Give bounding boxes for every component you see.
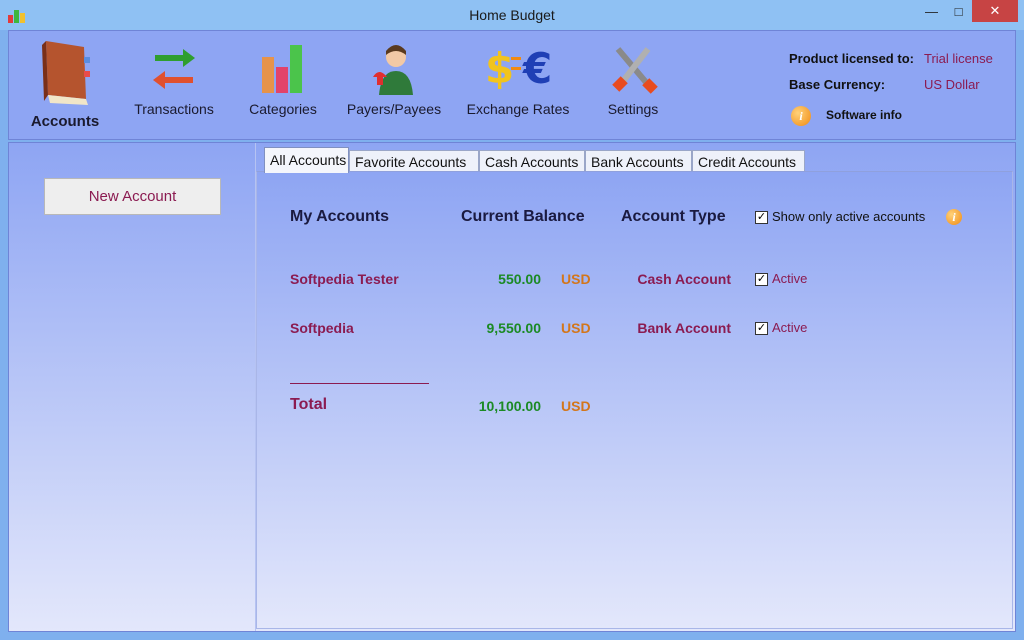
main-toolbar: Accounts Transactions Categories Payers/… [8, 30, 1016, 140]
account-currency: USD [561, 271, 591, 287]
license-label: Product licensed to: [789, 51, 914, 66]
toolbar-categories-label: Categories [249, 101, 317, 117]
transactions-arrows-icon [153, 49, 195, 89]
account-type: Cash Account [637, 271, 731, 287]
total-label: Total [290, 396, 328, 413]
show-active-checkbox[interactable]: ✓ [755, 211, 768, 224]
payers-person-icon [373, 45, 413, 95]
toolbar-accounts-label: Accounts [30, 113, 100, 130]
account-type: Bank Account [637, 320, 731, 336]
active-label: Active [772, 271, 808, 286]
window-title: Home Budget [469, 7, 555, 23]
account-name: Softpedia Tester [290, 271, 399, 287]
toolbar-transactions[interactable]: Transactions [129, 37, 219, 117]
total-balance: 10,100.00 [478, 398, 541, 414]
show-active-label: Show only active accounts [772, 209, 926, 224]
toolbar-settings[interactable]: Settings [597, 37, 669, 117]
tab-credit-accounts[interactable]: Credit Accounts [692, 150, 805, 172]
total-currency: USD [561, 398, 591, 414]
account-balance: 550.00 [498, 271, 541, 287]
exchange-currency-icon: $ € [485, 44, 552, 93]
base-currency-value: US Dollar [924, 77, 980, 92]
minimize-button[interactable]: — [918, 0, 945, 22]
svg-text:€: € [522, 44, 552, 93]
tab-bank-accounts[interactable]: Bank Accounts [585, 150, 692, 172]
tab-favorite-accounts[interactable]: Favorite Accounts [349, 150, 479, 172]
header-my-accounts: My Accounts [290, 208, 389, 225]
content-area: New Account All Accounts Favorite Accoun… [8, 142, 1016, 632]
toolbar-accounts[interactable]: Accounts [25, 37, 105, 130]
account-name: Softpedia [290, 320, 354, 336]
toolbar-categories[interactable]: Categories [241, 37, 325, 117]
info-icon[interactable]: i [791, 106, 811, 126]
help-info-icon[interactable]: i [946, 209, 962, 225]
new-account-button[interactable]: New Account [44, 178, 221, 215]
tab-all-accounts[interactable]: All Accounts [264, 147, 349, 173]
accounts-panel: My Accounts Current Balance Account Type… [256, 171, 1013, 629]
toolbar-transactions-label: Transactions [134, 101, 214, 117]
license-value: Trial license [924, 51, 993, 66]
svg-text:$: $ [485, 44, 514, 93]
base-currency-label: Base Currency: [789, 77, 886, 92]
maximize-button[interactable]: □ [945, 0, 972, 22]
active-checkbox[interactable]: ✓ [755, 273, 768, 286]
settings-tools-icon [612, 47, 658, 94]
tab-cash-accounts[interactable]: Cash Accounts [479, 150, 585, 172]
toolbar-settings-label: Settings [607, 101, 659, 117]
account-balance: 9,550.00 [486, 320, 542, 336]
total-divider [290, 383, 429, 384]
account-currency: USD [561, 320, 591, 336]
accounts-book-icon [42, 41, 90, 105]
categories-chart-icon [262, 45, 302, 93]
toolbar-payers-label: Payers/Payees [346, 101, 442, 117]
title-bar: Home Budget — □ ✕ [0, 0, 1024, 30]
toolbar-exchange-label: Exchange Rates [466, 101, 570, 117]
toolbar-exchange-rates[interactable]: $ € Exchange Rates [463, 37, 573, 117]
active-label: Active [772, 320, 808, 335]
toolbar-payers-payees[interactable]: Payers/Payees [341, 37, 447, 117]
close-button[interactable]: ✕ [972, 0, 1018, 22]
active-checkbox[interactable]: ✓ [755, 322, 768, 335]
header-account-type: Account Type [621, 208, 726, 225]
software-info-link[interactable]: Software info [826, 108, 902, 122]
header-current-balance: Current Balance [461, 208, 585, 225]
